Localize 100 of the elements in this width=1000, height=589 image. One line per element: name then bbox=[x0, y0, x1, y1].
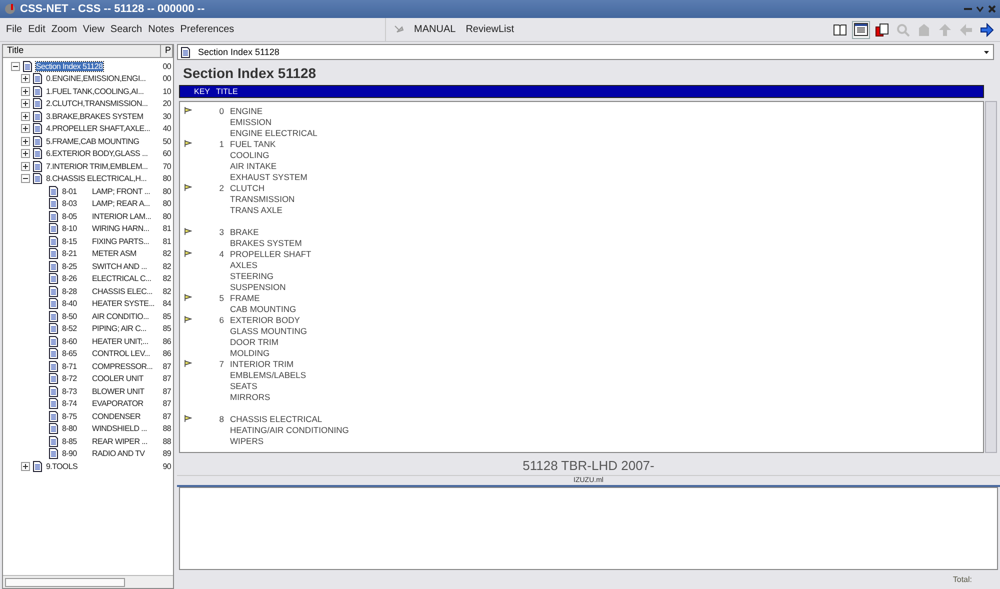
menu-item[interactable]: Search bbox=[110, 24, 142, 35]
mode-button[interactable]: ReviewList bbox=[466, 24, 514, 35]
section-key: 2 bbox=[194, 182, 230, 192]
section-title[interactable]: FRAME bbox=[230, 292, 260, 302]
section-code[interactable]: 8-05 bbox=[62, 212, 92, 221]
tree-item[interactable]: Section Index 51128 bbox=[36, 62, 103, 71]
tree-item[interactable]: ELECTRICAL C... bbox=[92, 274, 152, 284]
menu-item[interactable]: Preferences bbox=[180, 24, 234, 35]
section-title[interactable]: ENGINE bbox=[230, 106, 263, 116]
tree-item[interactable]: 7.INTERIOR TRIM,EMBLEM... bbox=[46, 162, 148, 171]
tree-item[interactable]: RADIO AND TV bbox=[92, 449, 145, 458]
tree-item[interactable]: 6.EXTERIOR BODY,GLASS ... bbox=[46, 149, 148, 158]
section-title[interactable]: INTERIOR TRIM bbox=[230, 358, 294, 368]
section-title[interactable]: CAB MOUNTING bbox=[230, 304, 296, 314]
section-code[interactable]: 8-03 bbox=[62, 199, 92, 208]
section-title[interactable]: EXTERIOR BODY bbox=[230, 314, 300, 324]
tree-item[interactable]: 1.FUEL TANK,COOLING,AI... bbox=[46, 86, 144, 96]
section-title[interactable]: HEATING/AIR CONDITIONING bbox=[230, 424, 349, 434]
tree-item[interactable]: CHASSIS ELEC... bbox=[92, 286, 152, 296]
tree-item[interactable]: WINDSHIELD ... bbox=[92, 424, 147, 434]
column-header[interactable]: Title bbox=[3, 45, 161, 57]
section-code[interactable]: 8-25 bbox=[62, 262, 92, 271]
section-title[interactable]: FUEL TANK bbox=[230, 138, 276, 148]
tree-item[interactable]: LAMP; REAR A... bbox=[92, 199, 150, 208]
section-code[interactable]: 8-75 bbox=[62, 412, 92, 421]
tree-item[interactable]: REAR WIPER ... bbox=[92, 436, 148, 446]
tree-item[interactable]: LAMP; FRONT ... bbox=[92, 186, 150, 196]
section-code[interactable]: 8-15 bbox=[62, 236, 92, 246]
section-code[interactable]: 8-80 bbox=[62, 424, 92, 434]
section-code[interactable]: 8-40 bbox=[62, 299, 92, 308]
tree-item[interactable]: 8.CHASSIS ELECTRICAL,H... bbox=[46, 174, 147, 184]
section-title[interactable]: TRANSMISSION bbox=[230, 194, 295, 204]
tree-item[interactable]: COOLER UNIT bbox=[92, 374, 144, 384]
tree-item[interactable]: HEATER UNIT;... bbox=[92, 336, 148, 346]
section-title[interactable]: DOOR TRIM bbox=[230, 336, 278, 346]
section-title[interactable]: AXLES bbox=[230, 260, 258, 270]
section-title[interactable]: ENGINE ELECTRICAL bbox=[230, 128, 318, 138]
tree-item[interactable]: WIRING HARN... bbox=[92, 224, 150, 234]
section-title[interactable]: CLUTCH bbox=[230, 182, 264, 192]
mode-button[interactable]: MANUAL bbox=[414, 24, 456, 35]
section-title[interactable]: GLASS MOUNTING bbox=[230, 326, 307, 336]
tree-item[interactable]: METER ASM bbox=[92, 249, 136, 258]
tree-item[interactable]: 2.CLUTCH,TRANSMISSION... bbox=[46, 99, 148, 108]
tree-item[interactable]: 0.ENGINE,EMISSION,ENGI... bbox=[46, 74, 146, 84]
section-title[interactable]: BRAKES SYSTEM bbox=[230, 238, 302, 248]
section-title[interactable]: EMBLEMS/LABELS bbox=[230, 370, 306, 380]
page-number: 82 bbox=[162, 249, 172, 258]
menu-item[interactable]: File bbox=[6, 24, 22, 35]
menu-item[interactable]: Edit bbox=[28, 24, 46, 35]
section-code[interactable]: 8-60 bbox=[62, 336, 92, 346]
section-code[interactable]: 8-10 bbox=[62, 224, 92, 234]
section-title[interactable]: SEATS bbox=[230, 380, 258, 390]
section-title[interactable]: AIR INTAKE bbox=[230, 160, 277, 170]
section-code[interactable]: 8-90 bbox=[62, 449, 92, 458]
section-title[interactable]: MIRRORS bbox=[230, 392, 270, 402]
section-code[interactable]: 8-21 bbox=[62, 249, 92, 258]
tree-item[interactable]: INTERIOR LAM... bbox=[92, 212, 152, 221]
tree-item[interactable]: CONTROL LEV... bbox=[92, 349, 150, 358]
section-title[interactable]: MOLDING bbox=[230, 348, 270, 358]
menu-item[interactable]: Notes bbox=[148, 24, 174, 35]
tree-item[interactable]: 5.FRAME,CAB MOUNTING bbox=[46, 136, 140, 146]
section-code[interactable]: 8-26 bbox=[62, 274, 92, 284]
section-code[interactable]: 8-52 bbox=[62, 324, 92, 334]
tree-item[interactable]: 3.BRAKE,BRAKES SYSTEM bbox=[46, 112, 144, 121]
tree-item[interactable]: 9.TOOLS bbox=[46, 462, 78, 471]
tree-item[interactable]: HEATER SYSTE... bbox=[92, 299, 154, 308]
tree-item[interactable]: BLOWER UNIT bbox=[92, 386, 144, 396]
section-title[interactable]: WIPERS bbox=[230, 436, 264, 446]
section-title[interactable]: BRAKE bbox=[230, 226, 259, 236]
tree-item[interactable]: CONDENSER bbox=[92, 412, 140, 421]
tree-item[interactable]: FIXING PARTS... bbox=[92, 236, 149, 246]
section-code[interactable]: 8-85 bbox=[62, 436, 92, 446]
section-code[interactable]: 8-73 bbox=[62, 386, 92, 396]
section-code[interactable]: 8-74 bbox=[62, 399, 92, 408]
menu-item[interactable]: Zoom bbox=[51, 24, 77, 35]
section-title[interactable]: EMISSION bbox=[230, 116, 272, 126]
tree-item[interactable]: AIR CONDITIO... bbox=[92, 312, 149, 321]
section-code[interactable]: 8-72 bbox=[62, 374, 92, 384]
section-title[interactable]: CHASSIS ELECTRICAL bbox=[230, 414, 322, 424]
menu-item[interactable]: View bbox=[82, 24, 104, 35]
tree-item[interactable]: PIPING; AIR C... bbox=[92, 324, 146, 334]
tree-item[interactable]: SWITCH AND ... bbox=[92, 262, 147, 271]
section-title[interactable]: COOLING bbox=[230, 150, 270, 160]
section-title[interactable]: STEERING bbox=[230, 270, 274, 280]
section-title[interactable]: TRANS AXLE bbox=[230, 204, 282, 214]
section-title[interactable]: EXHAUST SYSTEM bbox=[230, 172, 308, 182]
section-code[interactable]: 8-71 bbox=[62, 362, 92, 371]
section-code[interactable]: 8-28 bbox=[62, 286, 92, 296]
tree-item[interactable]: EVAPORATOR bbox=[92, 399, 144, 408]
section-code[interactable]: 8-50 bbox=[62, 312, 92, 321]
page-number: 50 bbox=[162, 136, 172, 146]
tree-item[interactable]: 4.PROPELLER SHAFT,AXLE... bbox=[46, 124, 150, 134]
section-title[interactable]: SUSPENSION bbox=[230, 282, 286, 292]
column-header[interactable]: P bbox=[161, 45, 173, 57]
section-code[interactable]: 8-01 bbox=[62, 186, 92, 196]
page-number: 87 bbox=[162, 412, 172, 421]
address-field[interactable]: Section Index 51128 bbox=[177, 44, 994, 60]
tree-item[interactable]: COMPRESSOR... bbox=[92, 362, 153, 371]
section-code[interactable]: 8-65 bbox=[62, 349, 92, 358]
section-title[interactable]: PROPELLER SHAFT bbox=[230, 248, 312, 258]
